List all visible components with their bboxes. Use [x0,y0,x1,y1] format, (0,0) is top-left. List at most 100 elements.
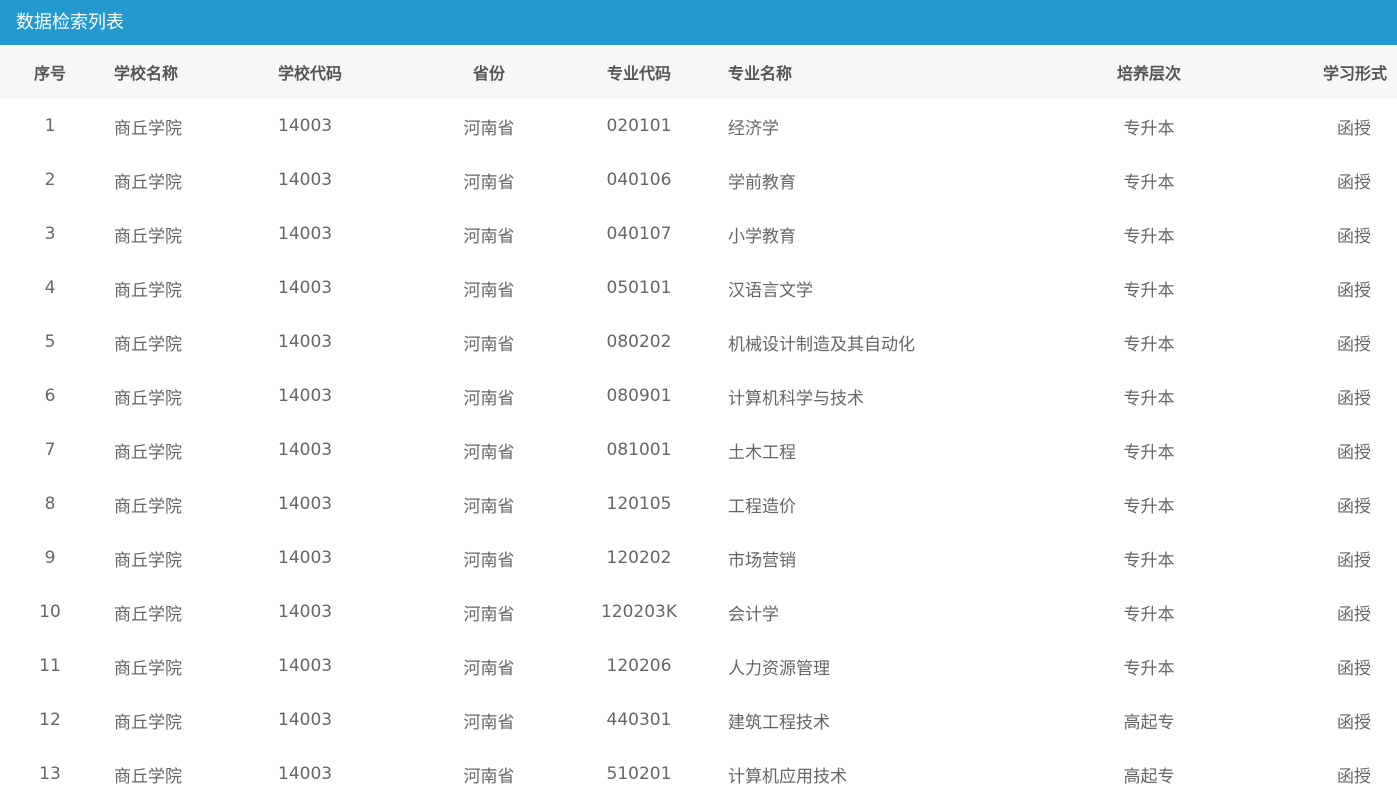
header-major-code[interactable]: 专业代码 [564,45,714,99]
cell-province: 河南省 [463,712,515,733]
cell-study-form: 函授 [1337,280,1371,301]
cell-level: 专升本 [1123,172,1175,193]
cell-school-code: 14003 [278,386,333,406]
cell-major-code: 020101 [606,116,672,136]
cell-school-name: 商丘学院 [114,172,182,193]
cell-level: 专升本 [1123,388,1175,409]
cell-study-form: 函授 [1337,118,1371,139]
cell-major-name: 经济学 [728,118,779,139]
cell-level: 专升本 [1123,442,1175,463]
header-level[interactable]: 培养层次 [1074,45,1224,99]
cell-study-form: 函授 [1337,550,1371,571]
data-table: 序号 学校名称 学校代码 省份 专业代码 专业名称 培养层次 学习形式 1 商丘学… [0,45,1397,790]
cell-study-form: 函授 [1337,604,1371,625]
table-row[interactable]: 9 商丘学院 14003 河南省 120202 市场营销 专升本 函授 [0,531,1397,585]
cell-major-name: 会计学 [728,604,779,625]
cell-major-name: 建筑工程技术 [728,712,830,733]
cell-index: 11 [39,656,61,676]
cell-study-form: 函授 [1337,172,1371,193]
table-row[interactable]: 11 商丘学院 14003 河南省 120206 人力资源管理 专升本 函授 [0,639,1397,693]
cell-school-name: 商丘学院 [114,226,182,247]
cell-school-name: 商丘学院 [114,118,182,139]
cell-school-code: 14003 [278,764,333,784]
cell-province: 河南省 [463,604,515,625]
cell-study-form: 函授 [1337,226,1371,247]
header-study-form[interactable]: 学习形式 [1224,45,1397,99]
cell-province: 河南省 [463,496,515,517]
cell-major-code: 040106 [606,170,672,190]
cell-school-code: 14003 [278,548,333,568]
header-school-name[interactable]: 学校名称 [100,45,264,99]
table-row[interactable]: 12 商丘学院 14003 河南省 440301 建筑工程技术 高起专 函授 [0,693,1397,747]
cell-study-form: 函授 [1337,388,1371,409]
table-row[interactable]: 2 商丘学院 14003 河南省 040106 学前教育 专升本 函授 [0,153,1397,207]
cell-major-code: 080901 [606,386,672,406]
table-row[interactable]: 10 商丘学院 14003 河南省 120203K 会计学 专升本 函授 [0,585,1397,639]
cell-school-code: 14003 [278,656,333,676]
cell-school-name: 商丘学院 [114,550,182,571]
cell-province: 河南省 [463,226,515,247]
cell-level: 专升本 [1123,658,1175,679]
cell-school-name: 商丘学院 [114,712,182,733]
cell-major-name: 人力资源管理 [728,658,830,679]
cell-school-code: 14003 [278,116,333,136]
cell-major-name: 计算机科学与技术 [728,388,864,409]
table-row[interactable]: 7 商丘学院 14003 河南省 081001 土木工程 专升本 函授 [0,423,1397,477]
cell-school-name: 商丘学院 [114,334,182,355]
cell-school-name: 商丘学院 [114,658,182,679]
cell-level: 专升本 [1123,226,1175,247]
cell-index: 7 [44,440,56,460]
cell-index: 3 [44,224,56,244]
table-row[interactable]: 8 商丘学院 14003 河南省 120105 工程造价 专升本 函授 [0,477,1397,531]
cell-study-form: 函授 [1337,766,1371,787]
cell-school-name: 商丘学院 [114,442,182,463]
cell-study-form: 函授 [1337,496,1371,517]
cell-province: 河南省 [463,550,515,571]
table-row[interactable]: 6 商丘学院 14003 河南省 080901 计算机科学与技术 专升本 函授 [0,369,1397,423]
cell-major-code: 120105 [606,494,672,514]
cell-major-code: 120203K [600,602,678,622]
cell-index: 1 [44,116,56,136]
cell-province: 河南省 [463,334,515,355]
cell-major-name: 汉语言文学 [728,280,813,301]
header-index[interactable]: 序号 [0,45,100,99]
cell-major-name: 计算机应用技术 [728,766,847,787]
cell-school-code: 14003 [278,170,333,190]
cell-province: 河南省 [463,172,515,193]
cell-province: 河南省 [463,442,515,463]
cell-major-code: 120202 [606,548,672,568]
table-row[interactable]: 3 商丘学院 14003 河南省 040107 小学教育 专升本 函授 [0,207,1397,261]
header-school-code[interactable]: 学校代码 [264,45,414,99]
table-header-row: 序号 学校名称 学校代码 省份 专业代码 专业名称 培养层次 学习形式 [0,45,1397,99]
cell-school-code: 14003 [278,710,333,730]
cell-major-code: 050101 [606,278,672,298]
cell-major-name: 工程造价 [728,496,796,517]
cell-index: 5 [44,332,56,352]
cell-major-name: 市场营销 [728,550,796,571]
table-body: 1 商丘学院 14003 河南省 020101 经济学 专升本 函授 2 商丘学院 14003 河南省… [0,99,1397,790]
cell-school-code: 14003 [278,278,333,298]
header-major-name[interactable]: 专业名称 [714,45,1074,99]
cell-index: 8 [44,494,56,514]
cell-school-code: 14003 [278,602,333,622]
table-row[interactable]: 1 商丘学院 14003 河南省 020101 经济学 专升本 函授 [0,99,1397,153]
cell-school-name: 商丘学院 [114,604,182,625]
cell-school-name: 商丘学院 [114,766,182,787]
cell-province: 河南省 [463,388,515,409]
cell-level: 专升本 [1123,118,1175,139]
cell-province: 河南省 [463,766,515,787]
table-row[interactable]: 5 商丘学院 14003 河南省 080202 机械设计制造及其自动化 专升本 函授 [0,315,1397,369]
table-row[interactable]: 4 商丘学院 14003 河南省 050101 汉语言文学 专升本 函授 [0,261,1397,315]
cell-level: 专升本 [1123,334,1175,355]
cell-major-code: 120206 [606,656,672,676]
cell-index: 4 [44,278,56,298]
table-row[interactable]: 13 商丘学院 14003 河南省 510201 计算机应用技术 高起专 函授 [0,747,1397,790]
cell-major-code: 440301 [606,710,672,730]
cell-province: 河南省 [463,658,515,679]
cell-level: 专升本 [1123,496,1175,517]
panel-title: 数据检索列表 [0,0,1397,45]
header-province[interactable]: 省份 [414,45,564,99]
cell-index: 10 [39,602,61,622]
cell-major-name: 学前教育 [728,172,796,193]
cell-index: 6 [44,386,56,406]
